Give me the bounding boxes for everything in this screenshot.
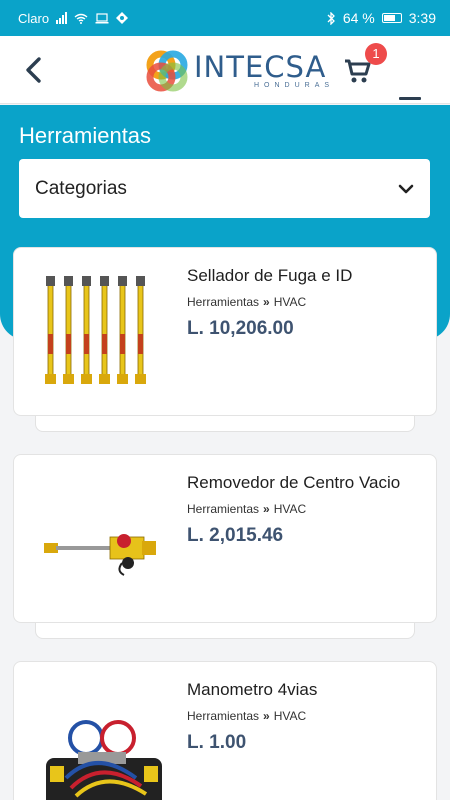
category-select[interactable]: Categorias	[19, 159, 430, 218]
cart-count-badge: 1	[365, 43, 387, 65]
clock: 3:39	[408, 10, 436, 26]
back-arrow-icon[interactable]	[22, 56, 46, 84]
category-label: Herramientas	[187, 295, 260, 309]
carrier-label: Claro	[18, 10, 50, 26]
status-bar: Claro 64 % 3:39	[0, 0, 450, 36]
menu-bar	[399, 97, 421, 100]
card-stack-edge	[35, 621, 415, 639]
brand-logo[interactable]: INTECSA HONDURAS	[144, 48, 334, 94]
logo-mark-icon	[146, 50, 188, 92]
wifi-icon	[74, 13, 88, 24]
data-saver-icon	[116, 12, 129, 24]
battery-icon	[381, 13, 402, 23]
category-label: Herramientas	[187, 709, 260, 723]
product-name: Removedor de Centro Vacio	[187, 473, 401, 492]
logo-name: INTECSA	[194, 50, 327, 84]
signal-icon	[56, 12, 68, 24]
subcategory-label: HVAC	[273, 295, 307, 309]
card-stack-edge	[35, 414, 415, 432]
double-chevron-right-icon: »	[263, 295, 270, 309]
battery-percent: 64 %	[342, 10, 375, 26]
bluetooth-icon	[327, 11, 335, 25]
product-image-core-remover	[44, 534, 156, 576]
product-card[interactable]: Manometro 4vias Herramientas » HVAC L. 1…	[13, 661, 437, 800]
laptop-icon	[95, 12, 109, 23]
subcategory-label: HVAC	[273, 502, 307, 516]
double-chevron-right-icon: »	[263, 709, 270, 723]
subcategory-label: HVAC	[273, 709, 307, 723]
product-price: L. 2,015.46	[187, 525, 284, 546]
category-select-value: Categorias	[35, 177, 127, 199]
product-name: Manometro 4vias	[187, 680, 318, 699]
product-price: L. 10,206.00	[187, 318, 294, 339]
product-price: L. 1.00	[187, 732, 247, 753]
category-label: Herramientas	[187, 502, 260, 516]
product-image-manifold-gauge	[46, 720, 162, 800]
product-category: Herramientas » HVAC	[187, 502, 306, 516]
product-card[interactable]: Sellador de Fuga e ID Herramientas » HVA…	[13, 247, 437, 416]
product-category: Herramientas » HVAC	[187, 295, 306, 309]
chevron-down-icon	[398, 184, 414, 193]
product-image-leak-sealer	[45, 276, 146, 384]
double-chevron-right-icon: »	[263, 502, 270, 516]
product-name: Sellador de Fuga e ID	[187, 266, 353, 285]
product-card[interactable]: Removedor de Centro Vacio Herramientas »…	[13, 454, 437, 623]
page-title: Herramientas	[19, 123, 152, 148]
logo-subtitle: HONDURAS	[254, 82, 335, 89]
product-category: Herramientas » HVAC	[187, 709, 306, 723]
